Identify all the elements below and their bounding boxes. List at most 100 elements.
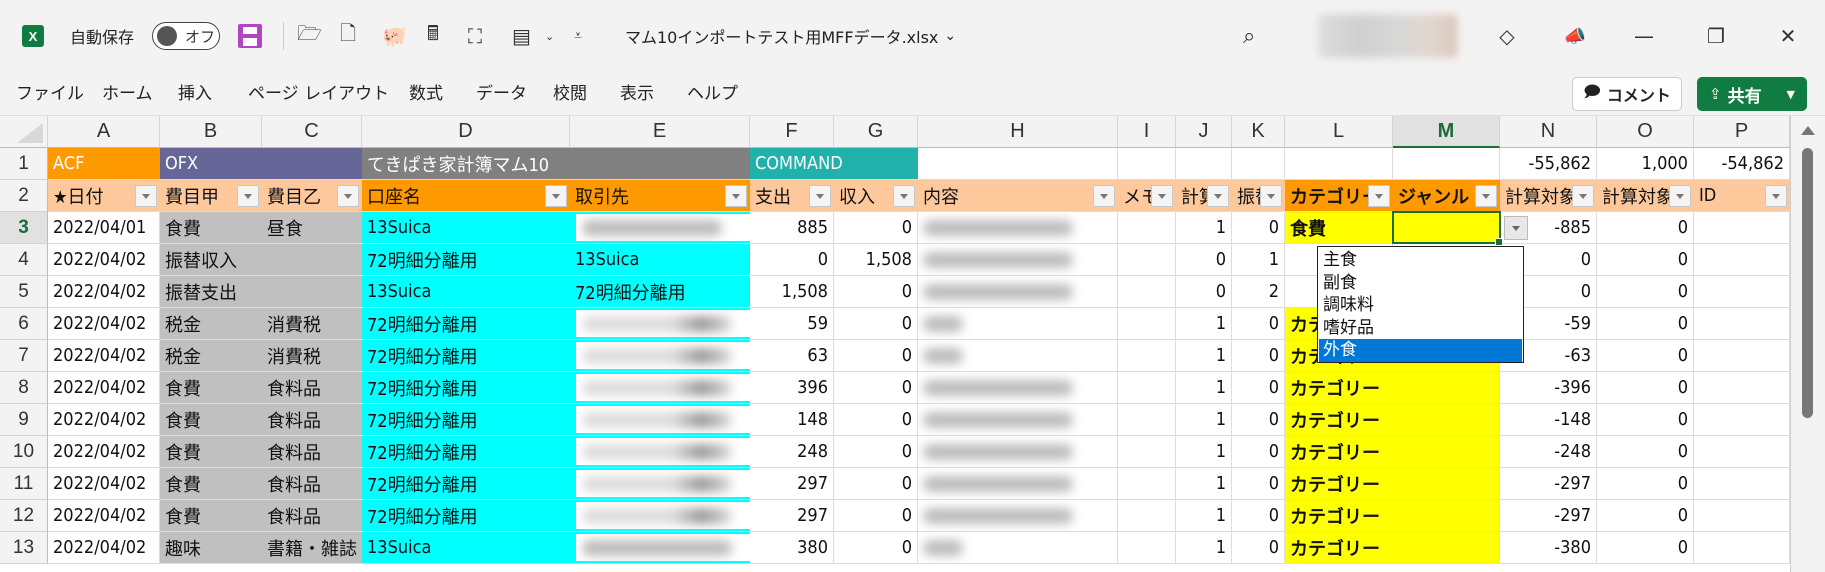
tab-help[interactable]: ヘルプ <box>687 72 738 116</box>
cell-payee[interactable] <box>570 532 750 564</box>
row-header-1[interactable]: 1 <box>0 148 48 180</box>
cell-description[interactable] <box>918 532 1118 564</box>
cell-calc-target[interactable]: -248 <box>1500 436 1597 468</box>
close-button[interactable]: ✕ <box>1768 0 1808 72</box>
cell-income[interactable]: 0 <box>834 340 918 372</box>
cell-transfer-flag[interactable]: 0 <box>1232 436 1285 468</box>
cell-income[interactable]: 0 <box>834 436 918 468</box>
filter-dropdown-button[interactable] <box>1207 185 1229 207</box>
cell-transfer-flag[interactable]: 0 <box>1232 532 1285 564</box>
cell-a1[interactable]: ACF <box>48 148 160 180</box>
cell-calc-target[interactable]: -396 <box>1500 372 1597 404</box>
cell-calc-flag[interactable]: 1 <box>1176 468 1232 500</box>
scrollbar-thumb[interactable] <box>1802 148 1813 418</box>
cell-calc-target-2[interactable]: 0 <box>1597 308 1694 340</box>
cell-description[interactable] <box>918 340 1118 372</box>
cell-id[interactable] <box>1694 532 1790 564</box>
cell-transfer-flag[interactable]: 2 <box>1232 276 1285 308</box>
cell-date[interactable]: 2022/04/02 <box>48 436 160 468</box>
cell-category-major[interactable]: 食費 <box>160 372 262 404</box>
row-header-10[interactable]: 10 <box>0 436 48 468</box>
cell-payee[interactable]: 72明細分離用 <box>570 276 750 308</box>
cell-account[interactable]: 72明細分離用 <box>362 244 570 276</box>
open-folder-icon[interactable]: 🗁 <box>297 0 322 72</box>
filter-dropdown-button[interactable] <box>337 185 359 207</box>
cell-memo[interactable] <box>1118 436 1176 468</box>
cell-category-major[interactable]: 税金 <box>160 340 262 372</box>
cell-income[interactable]: 0 <box>834 212 918 244</box>
cell-memo[interactable] <box>1118 308 1176 340</box>
cell-expense[interactable]: 297 <box>750 500 834 532</box>
cell-expense[interactable]: 248 <box>750 436 834 468</box>
cell-category-major[interactable]: 振替支出 <box>160 276 262 308</box>
cell-payee[interactable]: 13Suica <box>570 244 750 276</box>
cell-category-minor[interactable]: 食料品 <box>262 468 362 500</box>
cell-calc-target-2[interactable]: 0 <box>1597 212 1694 244</box>
cell-expense[interactable]: 297 <box>750 468 834 500</box>
filter-dropdown-button[interactable] <box>135 185 157 207</box>
cell-calc-target[interactable]: -297 <box>1500 500 1597 532</box>
column-header-e[interactable]: E <box>570 116 750 148</box>
cell-category-major[interactable]: 食費 <box>160 468 262 500</box>
cell-transfer-flag[interactable]: 0 <box>1232 308 1285 340</box>
cell-memo[interactable] <box>1118 276 1176 308</box>
header-d[interactable]: 口座名 <box>362 180 570 212</box>
cell-m1[interactable] <box>1393 148 1500 180</box>
cell-payee[interactable] <box>570 404 750 436</box>
share-button[interactable]: ⇪ 共有 ▼ <box>1697 77 1807 111</box>
cell-h1[interactable] <box>918 148 1118 180</box>
column-header-a[interactable]: A <box>48 116 160 148</box>
cell-category-major[interactable]: 振替収入 <box>160 244 262 276</box>
column-header-i[interactable]: I <box>1118 116 1176 148</box>
cell-calc-flag[interactable]: 1 <box>1176 500 1232 532</box>
cell-k1[interactable] <box>1232 148 1285 180</box>
header-e[interactable]: 取引先 <box>570 180 750 212</box>
cell-date[interactable]: 2022/04/02 <box>48 500 160 532</box>
chevron-down-icon[interactable]: ⌄ <box>545 0 554 72</box>
cell-memo[interactable] <box>1118 532 1176 564</box>
cell-transfer-flag[interactable]: 0 <box>1232 212 1285 244</box>
cell-description[interactable] <box>918 436 1118 468</box>
cell-date[interactable]: 2022/04/02 <box>48 372 160 404</box>
cell-income[interactable]: 0 <box>834 276 918 308</box>
calculator-icon[interactable]: 🖩 <box>427 0 439 72</box>
cell-category-minor[interactable]: 食料品 <box>262 404 362 436</box>
filter-dropdown-button[interactable] <box>237 185 259 207</box>
cell-payee[interactable] <box>570 436 750 468</box>
cell-calc-flag[interactable]: 1 <box>1176 436 1232 468</box>
cell-account[interactable]: 13Suica <box>362 212 570 244</box>
column-header-l[interactable]: L <box>1285 116 1393 148</box>
cell-memo[interactable] <box>1118 500 1176 532</box>
cell-category-major[interactable]: 食費 <box>160 212 262 244</box>
column-header-g[interactable]: G <box>834 116 918 148</box>
cell-income[interactable]: 0 <box>834 500 918 532</box>
cell-payee[interactable] <box>570 372 750 404</box>
cell-account[interactable]: 72明細分離用 <box>362 308 570 340</box>
select-all-corner[interactable] <box>0 116 48 148</box>
filter-dropdown-button[interactable] <box>1669 185 1691 207</box>
cell-b1[interactable]: OFX <box>160 148 262 180</box>
cell-calc-flag[interactable]: 1 <box>1176 340 1232 372</box>
cell-category-minor[interactable]: 食料品 <box>262 372 362 404</box>
cell-category-major[interactable]: 食費 <box>160 404 262 436</box>
cell-genre[interactable] <box>1393 532 1500 564</box>
cell-calc-target-2[interactable]: 0 <box>1597 532 1694 564</box>
cell-calc-target-2[interactable]: 0 <box>1597 404 1694 436</box>
cell-id[interactable] <box>1694 244 1790 276</box>
cell-date[interactable]: 2022/04/01 <box>48 212 160 244</box>
cell-description[interactable] <box>918 404 1118 436</box>
filter-dropdown-button[interactable] <box>725 185 747 207</box>
scroll-up-arrow-icon[interactable] <box>1801 126 1815 135</box>
cell-memo[interactable] <box>1118 212 1176 244</box>
cell-expense[interactable]: 148 <box>750 404 834 436</box>
spreadsheet-grid[interactable]: A B C D E F G H I J K L M N O P 1 2 3 4 5 6 7 8 9 10 11 12 13 ACF OFX て… <box>0 116 1825 572</box>
cell-description[interactable] <box>918 212 1118 244</box>
cell-income[interactable]: 0 <box>834 372 918 404</box>
tab-page-layout[interactable]: ページ レイアウト <box>248 72 389 116</box>
cell-description[interactable] <box>918 468 1118 500</box>
diamond-icon[interactable]: ◇ <box>1487 0 1527 72</box>
cell-calc-target[interactable]: -297 <box>1500 468 1597 500</box>
cell-expense[interactable]: 885 <box>750 212 834 244</box>
cell-date[interactable]: 2022/04/02 <box>48 468 160 500</box>
customize-qat-icon[interactable]: ⩡ <box>574 0 582 72</box>
